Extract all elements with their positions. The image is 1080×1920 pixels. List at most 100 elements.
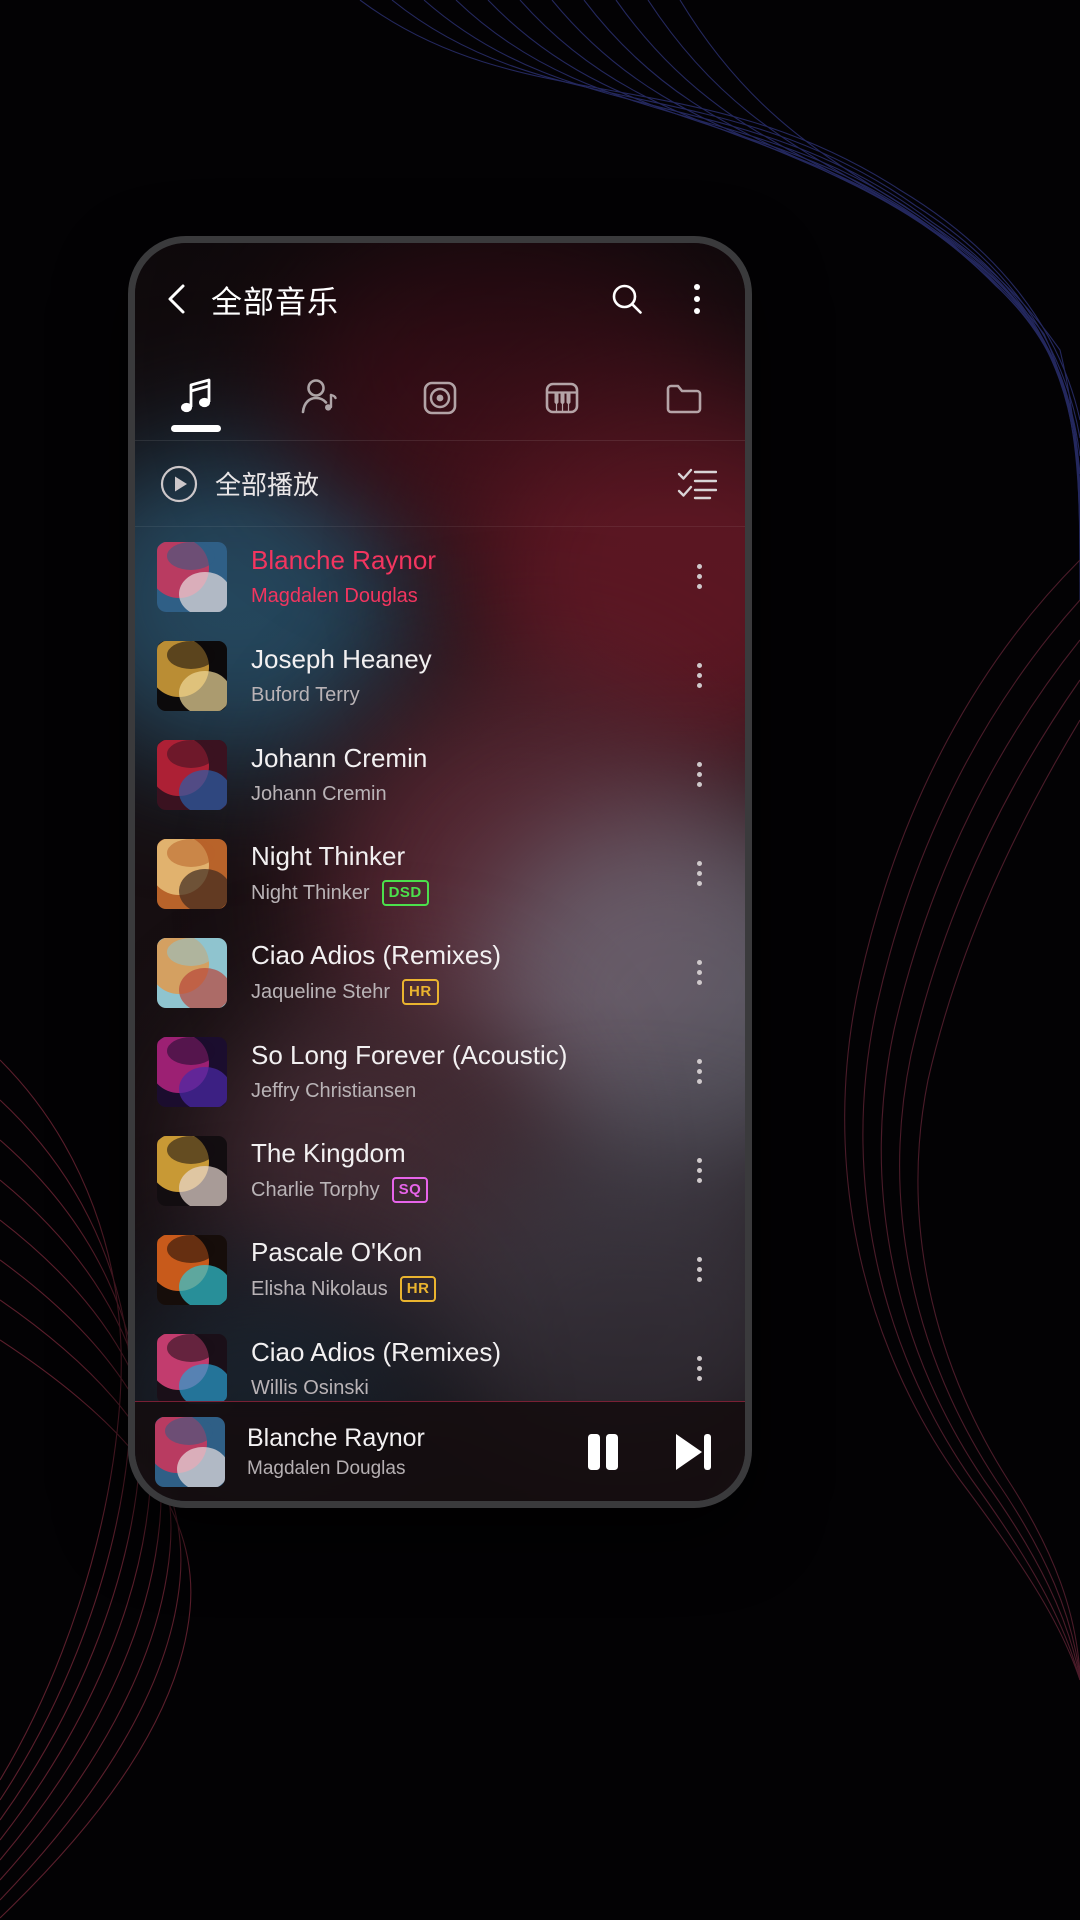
song-title: Ciao Adios (Remixes) (251, 1337, 501, 1368)
song-artist: Buford Terry (251, 683, 360, 706)
mini-player-artwork[interactable] (155, 1416, 225, 1487)
song-artist: Johann Cremin (251, 782, 387, 805)
pause-button[interactable] (575, 1424, 631, 1480)
back-button[interactable] (157, 279, 197, 319)
song-meta: Johann Cremin Johann Cremin (251, 743, 677, 805)
tab-folders[interactable] (623, 355, 745, 440)
song-row[interactable]: Pascale O'Kon Elisha Nikolaus HR (135, 1220, 745, 1319)
more-vertical-icon (696, 1257, 702, 1282)
album-art (157, 541, 227, 612)
album-art-image (157, 1135, 227, 1206)
song-overflow-button[interactable] (677, 1042, 721, 1102)
song-artist-line: Buford Terry (251, 683, 677, 707)
artist-icon (301, 378, 337, 413)
album-art-image (157, 541, 227, 612)
song-overflow-button[interactable] (677, 745, 721, 805)
search-icon (612, 284, 642, 314)
tab-artists[interactable] (257, 355, 379, 440)
album-art-image (157, 838, 227, 909)
more-vertical-icon (696, 1158, 702, 1183)
song-artist: Willis Osinski (251, 1376, 369, 1399)
song-row[interactable]: The Kingdom Charlie Torphy SQ (135, 1121, 745, 1220)
more-vertical-icon (694, 284, 700, 314)
song-overflow-button[interactable] (677, 844, 721, 904)
album-art (157, 1333, 227, 1404)
more-vertical-icon (696, 1059, 702, 1084)
song-title: The Kingdom (251, 1138, 406, 1169)
song-row[interactable]: Blanche Raynor Magdalen Douglas (135, 527, 745, 626)
song-title: So Long Forever (Acoustic) (251, 1040, 568, 1071)
piano-keys-icon (545, 382, 579, 413)
more-vertical-icon (696, 960, 702, 985)
song-artist: Magdalen Douglas (251, 584, 418, 607)
pause-icon (588, 1433, 618, 1470)
album-art (157, 1036, 227, 1107)
search-button[interactable] (605, 277, 649, 321)
song-overflow-button[interactable] (677, 646, 721, 706)
play-circle-icon (160, 465, 198, 502)
quality-badge: SQ (391, 1176, 429, 1203)
more-vertical-icon (696, 762, 702, 787)
song-artist-line: Johann Cremin (251, 782, 677, 806)
app-header: 全部音乐 (135, 243, 745, 355)
song-title: Pascale O'Kon (251, 1237, 423, 1268)
song-title: Johann Cremin (251, 743, 428, 774)
album-art (157, 1234, 227, 1305)
album-disc-icon (423, 381, 457, 414)
quality-badge: HR (401, 978, 439, 1005)
multiselect-button[interactable] (675, 462, 719, 506)
song-meta: Ciao Adios (Remixes) Jaqueline Stehr HR (251, 940, 677, 1005)
song-row[interactable]: Joseph Heaney Buford Terry (135, 626, 745, 725)
song-artist-line: Elisha Nikolaus HR (251, 1275, 677, 1302)
song-title: Blanche Raynor (251, 545, 436, 576)
play-all-row[interactable]: 全部播放 (135, 441, 745, 527)
mini-player-controls (575, 1424, 721, 1480)
song-meta: Night Thinker Night Thinker DSD (251, 841, 677, 906)
song-artist-line: Willis Osinski (251, 1376, 677, 1400)
album-art-image (157, 739, 227, 810)
song-meta: So Long Forever (Acoustic) Jeffry Christi… (251, 1040, 677, 1102)
song-overflow-button[interactable] (677, 943, 721, 1003)
tab-albums[interactable] (379, 355, 501, 440)
song-artist: Jeffry Christiansen (251, 1079, 417, 1102)
page-title: 全部音乐 (211, 284, 339, 320)
song-row[interactable]: So Long Forever (Acoustic) Jeffry Christi… (135, 1022, 745, 1121)
tab-genres[interactable] (501, 355, 623, 440)
song-artist-line: Magdalen Douglas (251, 584, 677, 608)
song-meta: The Kingdom Charlie Torphy SQ (251, 1138, 677, 1203)
song-row[interactable]: Ciao Adios (Remixes) Jaqueline Stehr HR (135, 923, 745, 1022)
album-art-image (157, 1036, 227, 1107)
skip-next-icon (676, 1433, 711, 1470)
album-art-image (157, 937, 227, 1008)
tab-active-indicator (171, 425, 221, 432)
song-overflow-button[interactable] (677, 1240, 721, 1300)
mini-player-title: Blanche Raynor (247, 1423, 425, 1452)
overflow-menu-button[interactable] (675, 277, 719, 321)
album-art (157, 937, 227, 1008)
quality-badge: HR (399, 1275, 437, 1302)
song-overflow-button[interactable] (677, 1141, 721, 1201)
song-title: Night Thinker (251, 841, 406, 872)
next-track-button[interactable] (665, 1424, 721, 1480)
song-artist-line: Jeffry Christiansen (251, 1079, 677, 1103)
phone-screen: 全部音乐 全部播放 Blanche Raynor Magdalen Dougla… (135, 243, 745, 1501)
song-overflow-button[interactable] (677, 1339, 721, 1399)
album-art (157, 838, 227, 909)
song-row[interactable]: Night Thinker Night Thinker DSD (135, 824, 745, 923)
song-artist: Charlie Torphy (251, 1178, 380, 1201)
song-title: Ciao Adios (Remixes) (251, 940, 501, 971)
quality-badge: DSD (381, 879, 429, 906)
header-actions (605, 277, 719, 321)
checklist-icon (677, 468, 717, 499)
song-row[interactable]: Johann Cremin Johann Cremin (135, 725, 745, 824)
album-art (157, 640, 227, 711)
song-artist-line: Jaqueline Stehr HR (251, 978, 677, 1005)
mini-player[interactable]: Blanche Raynor Magdalen Douglas (135, 1401, 745, 1501)
album-art-image (157, 640, 227, 711)
song-overflow-button[interactable] (677, 547, 721, 607)
song-meta: Blanche Raynor Magdalen Douglas (251, 545, 677, 607)
song-meta: Ciao Adios (Remixes) Willis Osinski (251, 1337, 677, 1399)
more-vertical-icon (696, 861, 702, 886)
tab-songs[interactable] (135, 355, 257, 440)
mini-player-meta: Blanche Raynor Magdalen Douglas (247, 1424, 575, 1480)
